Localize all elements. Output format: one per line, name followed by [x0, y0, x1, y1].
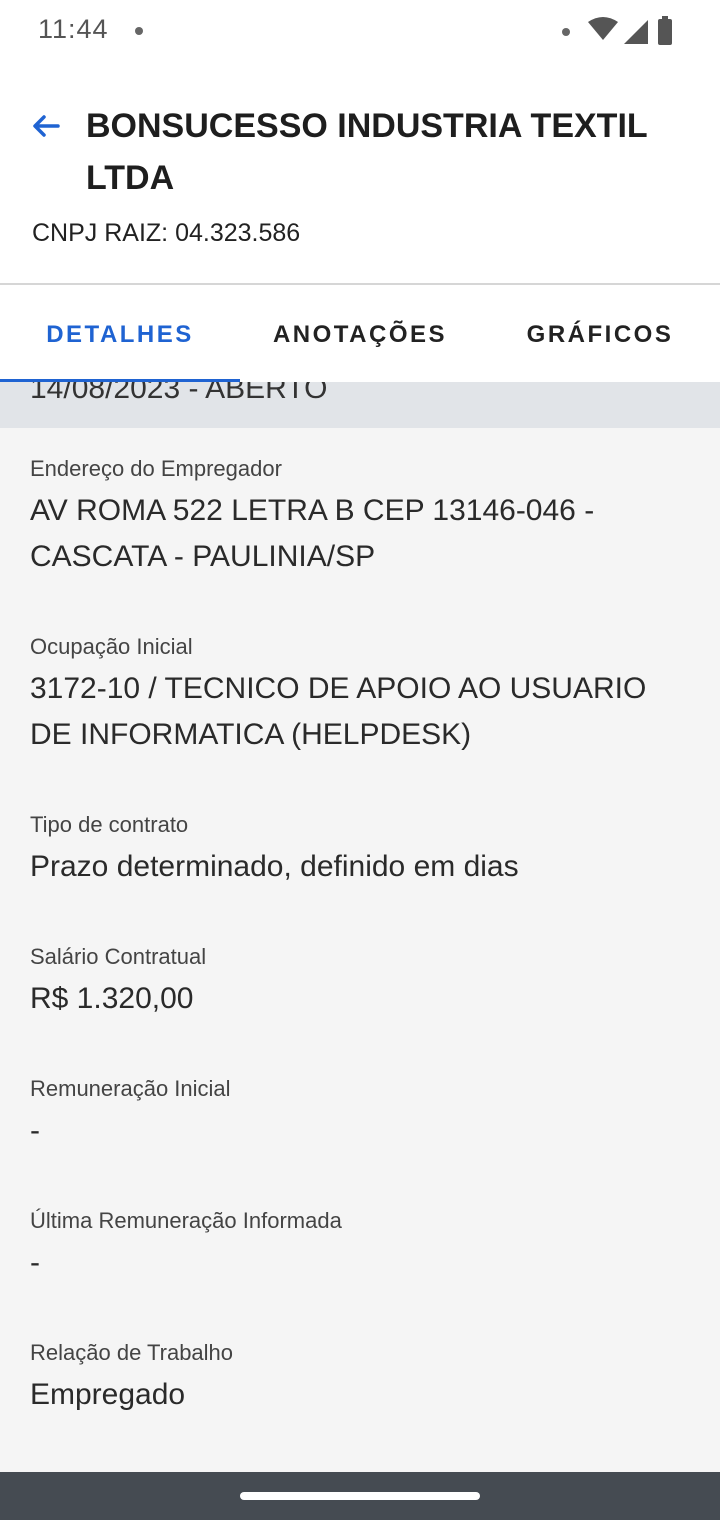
tab-bar: DETALHES ANOTAÇÕES GRÁFICOS	[0, 287, 720, 382]
field-label: Ocupação Inicial	[30, 634, 193, 659]
field-label: Endereço do Empregador	[30, 456, 282, 481]
field-label: Última Remuneração Informada	[30, 1208, 342, 1233]
system-nav-bar	[0, 1472, 720, 1520]
field-initial-remuneration: Remuneração Inicial -	[30, 1074, 690, 1154]
field-label: Relação de Trabalho	[30, 1340, 234, 1365]
status-time: 11:44	[38, 14, 109, 44]
app-header: BONSUCESSO INDUSTRIA TEXTIL LTDA CNPJ RA…	[0, 64, 720, 285]
notification-dot-icon	[562, 28, 570, 36]
field-label: Tipo de contrato	[30, 812, 189, 837]
home-gesture-handle[interactable]	[240, 1492, 480, 1500]
field-value: 3172-10 / TECNICO DE APOIO AO USUARIO DE…	[30, 672, 647, 751]
field-label: Salário Contratual	[30, 944, 207, 969]
period-text: 14/08/2023 - ABERTO	[30, 382, 328, 405]
field-work-relation: Relação de Trabalho Empregado	[30, 1338, 690, 1418]
details-content[interactable]: 14/08/2023 - ABERTO Endereço do Empregad…	[0, 382, 720, 1472]
field-value: Empregado	[30, 1378, 186, 1411]
signal-icon	[624, 20, 648, 44]
company-title: BONSUCESSO INDUSTRIA TEXTIL LTDA	[86, 107, 648, 197]
battery-icon	[658, 19, 672, 45]
field-value: R$ 1.320,00	[30, 982, 194, 1015]
tab-graficos[interactable]: GRÁFICOS	[480, 287, 720, 382]
notification-dot-icon	[135, 27, 143, 35]
tab-anotacoes[interactable]: ANOTAÇÕES	[240, 287, 480, 382]
field-contract-salary: Salário Contratual R$ 1.320,00	[30, 942, 690, 1022]
wifi-icon	[588, 17, 618, 40]
field-value: -	[30, 1246, 40, 1279]
cnpj-label: CNPJ RAIZ: 04.323.586	[32, 219, 301, 247]
field-value: Prazo determinado, definido em dias	[30, 850, 519, 883]
status-bar: 11:44	[0, 0, 720, 64]
field-value: -	[30, 1114, 40, 1147]
tab-detalhes[interactable]: DETALHES	[0, 287, 240, 382]
field-last-remuneration: Última Remuneração Informada -	[30, 1206, 690, 1286]
period-header: 14/08/2023 - ABERTO	[0, 382, 720, 428]
field-label: Remuneração Inicial	[30, 1076, 231, 1101]
status-icons	[588, 16, 672, 45]
field-contract-type: Tipo de contrato Prazo determinado, defi…	[30, 810, 690, 890]
field-employer-address: Endereço do Empregador AV ROMA 522 LETRA…	[30, 454, 690, 580]
field-initial-occupation: Ocupação Inicial 3172-10 / TECNICO DE AP…	[30, 632, 690, 758]
field-value: AV ROMA 522 LETRA B CEP 13146-046 - CASC…	[30, 494, 595, 573]
back-arrow-icon[interactable]	[30, 110, 62, 142]
